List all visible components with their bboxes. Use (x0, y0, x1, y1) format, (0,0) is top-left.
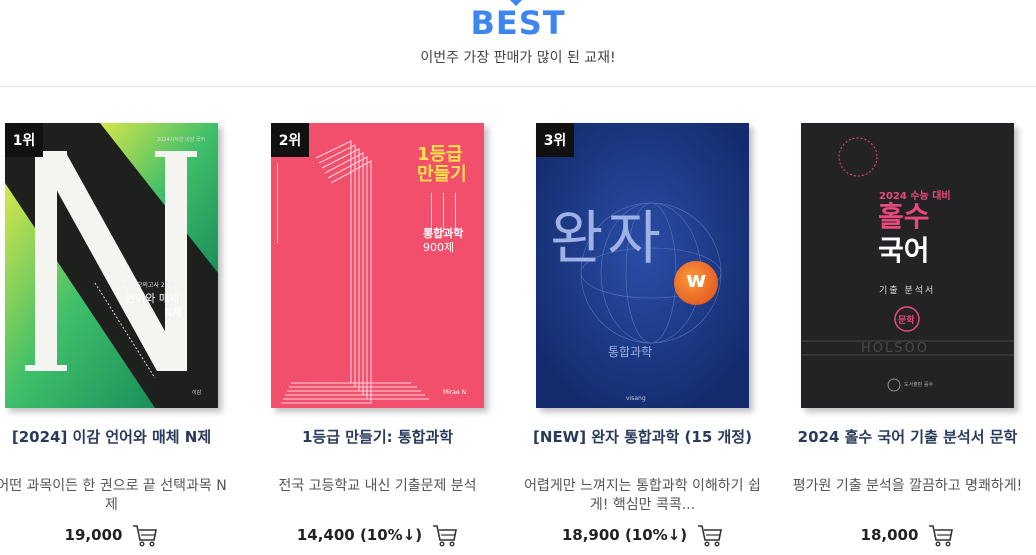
price-row: 18,900 (10%↓) (524, 523, 761, 547)
product-description: 평가원 기출 분석을 깔끔하고 명쾌하게! (792, 478, 1023, 494)
cover-w-logo: w (686, 268, 707, 293)
cover-watermark: HOLSOO (861, 341, 929, 356)
price-row: 19,000 (0, 523, 230, 547)
product-description: 어떤 과목이든 한 권으로 끝 선택과목 N제 (0, 478, 227, 513)
product-title[interactable]: 1등급 만들기: 통합과학 (259, 428, 496, 447)
rank-badge: 1위 (5, 123, 43, 157)
product-price: 19,000 (64, 526, 123, 544)
cover-subject: 통합과학 (608, 345, 653, 359)
product-title[interactable]: 2024 홀수 국어 기출 분석서 문학 (789, 428, 1026, 447)
cart-icon[interactable] (928, 523, 954, 547)
price-row: 14,400 (10%↓) (259, 523, 496, 547)
section-subtitle: 이번주 가장 판매가 많이 된 교재! (420, 50, 616, 66)
section-title: BEST (470, 4, 566, 42)
product-title[interactable]: [NEW] 완자 통합과학 (15 개정) (524, 428, 761, 447)
cover-publisher: 이감 (192, 390, 202, 396)
cover-name-2: N제 (164, 306, 183, 319)
book-cover-image[interactable]: 2024시작한 이감 국어 이감 국어 모의고사 25회 언어와 매체 N제 이… (5, 123, 218, 408)
cover-series: 2024시작한 이감 국어 (157, 137, 206, 143)
cover-badge: 문학 (898, 316, 915, 326)
cart-icon[interactable] (697, 523, 723, 547)
price-row: 18,000 (789, 523, 1026, 547)
best-section-header: BEST 이번주 가장 판매가 많이 된 교재! (0, 0, 1036, 87)
cart-icon[interactable] (432, 523, 458, 547)
book-cover-image[interactable]: 2024 수능 대비 홀수 국어 기출 분석서 문학 HOLSOO 도서출판 홀… (801, 123, 1014, 408)
product-price: 18,900 (10%↓) (561, 526, 688, 544)
cover-title-1: 홀수 (878, 200, 930, 233)
product-title[interactable]: [2024] 이감 언어와 매체 N제 (0, 428, 230, 447)
cart-icon[interactable] (132, 523, 158, 547)
cover-publisher: visang (626, 395, 646, 402)
cover-count: 900제 (423, 241, 455, 254)
product-description: 어렵게만 느껴지는 통합과학 이해하기 쉽게! 핵심만 콕콕... (524, 478, 761, 513)
book-cover-image[interactable]: 완자 w 통합과학 visang (536, 123, 749, 408)
cover-art (5, 123, 218, 408)
rank-badge: 3위 (536, 123, 574, 157)
cover-tagline: 기출 분석서 (879, 286, 936, 296)
product-price: 14,400 (10%↓) (296, 526, 423, 544)
cover-publisher: 도서출판 홀수 (904, 382, 934, 388)
cover-title-2: 국어 (878, 234, 930, 267)
book-cover-image[interactable]: 1등급 만들기 통합과학 900제 Mirae N (271, 123, 484, 408)
cover-title-2: 만들기 (417, 164, 467, 185)
cover-publisher: Mirae N (443, 389, 467, 396)
cover-big-title: 완자 (550, 204, 665, 272)
cover-subtitle: 이감 국어 모의고사 25회 (111, 282, 175, 289)
rank-badge: 2위 (271, 123, 309, 157)
cover-title-1: 1등급 (417, 144, 463, 165)
product-description: 전국 고등학교 내신 기출문제 분석 (278, 478, 477, 494)
product-price: 18,000 (860, 526, 919, 544)
